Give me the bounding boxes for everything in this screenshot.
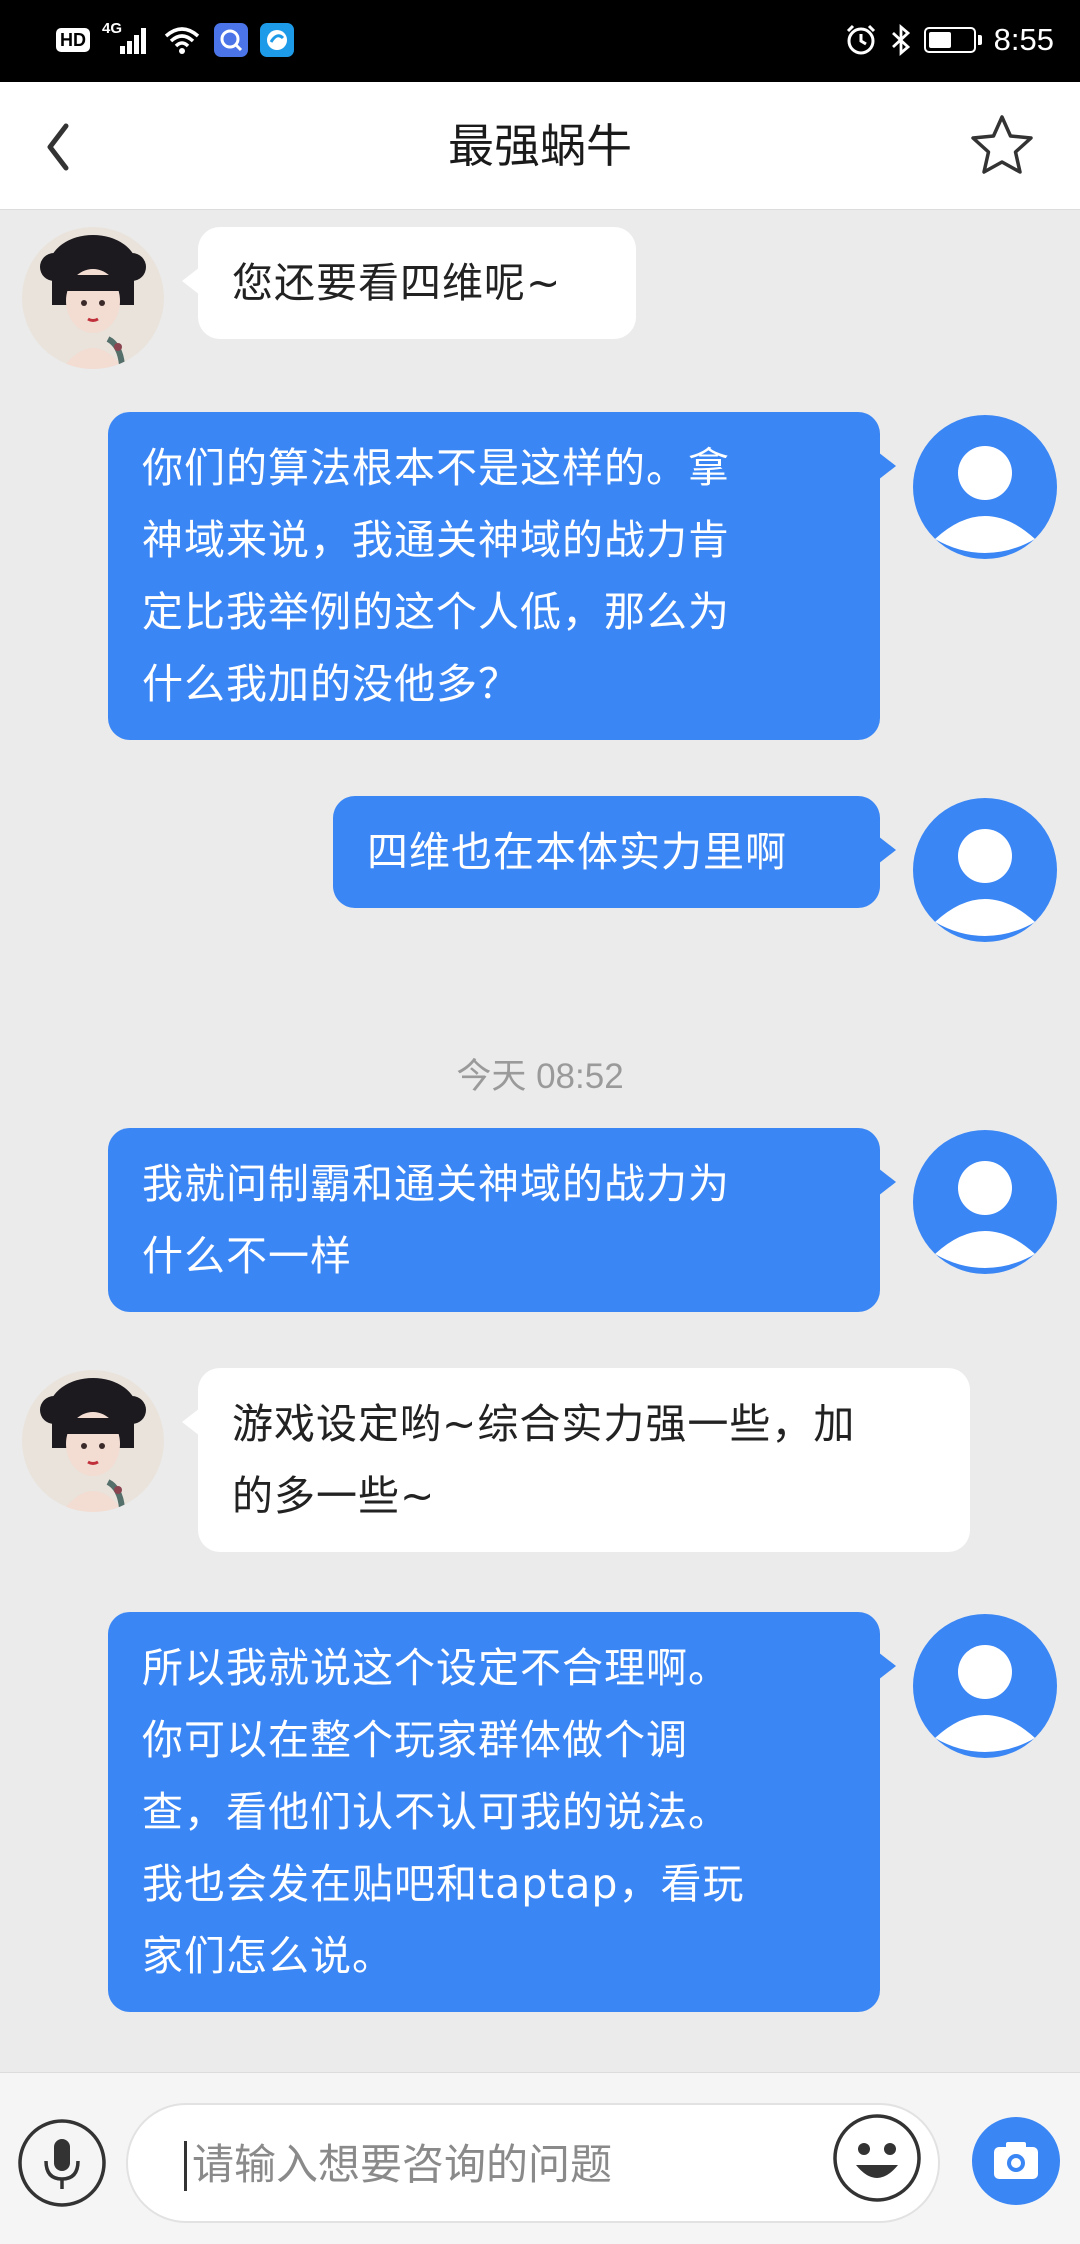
microphone-icon[interactable] — [16, 2117, 108, 2209]
user-avatar[interactable] — [913, 1614, 1057, 1758]
user-avatar[interactable] — [913, 415, 1057, 559]
user-avatar-icon — [935, 829, 1035, 936]
page-title: 最强蜗牛 — [448, 119, 632, 173]
message-timestamp: 今天 08:52 — [456, 1057, 624, 1096]
status-icons-left: HD 4G — [56, 20, 294, 60]
star-icon[interactable] — [968, 112, 1036, 180]
bluetooth-icon — [891, 23, 910, 57]
message-bubble-bot: 游戏设定哟~综合实力强一些，加 的多一些~ — [182, 1368, 970, 1552]
battery-icon — [923, 27, 982, 53]
message-input-placeholder: 请输入想要咨询的问题 — [192, 2140, 613, 2189]
emoji-icon[interactable] — [830, 2111, 924, 2205]
input-bar: 请输入想要咨询的问题 — [0, 2072, 1080, 2244]
message-input[interactable]: 请输入想要咨询的问题 — [126, 2103, 940, 2223]
wifi-icon — [164, 27, 200, 54]
bot-avatar[interactable] — [22, 227, 164, 369]
user-avatar[interactable] — [913, 798, 1057, 942]
user-avatar-icon — [935, 446, 1035, 553]
navbar: 最强蜗牛 — [0, 82, 1080, 210]
message-bubble-user: 我就问制霸和通关神域的战力为 什么不一样 — [108, 1128, 896, 1312]
alarm-icon — [846, 24, 875, 55]
user-avatar-icon — [935, 1645, 1035, 1752]
status-icons-right: 8:55 — [844, 18, 1054, 62]
chat-area[interactable]: 您还要看四维呢~ 你们的算法根本不是这样的。拿 神域来说，我通关神域的战力肯 定… — [0, 210, 1080, 2072]
text-caret — [184, 2141, 187, 2191]
notification-app-icon — [214, 23, 248, 57]
signal-icon: 4G — [102, 20, 150, 58]
message-bubble-user: 你们的算法根本不是这样的。拿 神域来说，我通关神域的战力肯 定比我举例的这个人低… — [108, 412, 896, 740]
bot-avatar[interactable] — [22, 1370, 164, 1512]
hd-badge: HD — [56, 28, 90, 52]
message-bubble-bot: 您还要看四维呢~ — [182, 227, 636, 339]
status-bar: HD 4G 8:55 — [0, 0, 1080, 82]
network-label: 4G — [102, 20, 123, 37]
clock: 8:55 — [993, 22, 1054, 57]
camera-icon[interactable] — [970, 2115, 1062, 2207]
message-bubble-user: 四维也在本体实力里啊 — [333, 796, 896, 908]
message-bubble-user: 所以我就说这个设定不合理啊。 你可以在整个玩家群体做个调 查，看他们认不认可我的… — [108, 1612, 896, 2012]
user-avatar[interactable] — [913, 1130, 1057, 1274]
notification-app-icon-2 — [260, 23, 294, 57]
user-avatar-icon — [935, 1161, 1035, 1268]
